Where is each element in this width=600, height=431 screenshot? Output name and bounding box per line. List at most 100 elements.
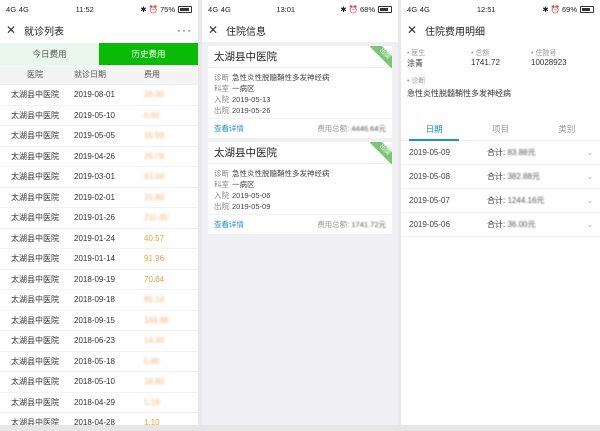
date-cell: 2019-03-01 xyxy=(74,172,115,182)
hospital-cell: 太湖县中医院 xyxy=(11,151,59,161)
hospital-cell: 太湖县中医院 xyxy=(11,172,59,182)
fee-cell: 85.14 xyxy=(144,295,165,305)
sum-label: 合计: xyxy=(487,220,506,229)
fee-cell: 14.30 xyxy=(144,336,165,346)
table-row[interactable]: 太湖县中医院 2019-05-05 15.59 xyxy=(0,126,198,147)
tab-history-fees[interactable]: 历史费用 xyxy=(99,43,198,65)
table-row[interactable]: 太湖县中医院 2018-09-15 184.88 xyxy=(0,311,198,331)
fee-tabs: 今日费用 历史费用 xyxy=(0,43,198,65)
hospital-cell: 太湖县中医院 xyxy=(11,274,59,284)
close-icon[interactable]: ✕ xyxy=(208,23,222,37)
admission-card: 太湖县中医院 出院 诊断 急性炎性脱髓鞘性多发神经病 科室 一病区 入院 2019-05-06… xyxy=(208,142,392,234)
page-title: 就诊列表 xyxy=(24,26,64,38)
table-row[interactable]: 太湖县中医院 2019-02-01 15.80 xyxy=(0,188,198,208)
battery-icon xyxy=(178,5,192,13)
total-amount: 4446.64元 xyxy=(351,124,386,133)
admission-date: 2019-05-06 xyxy=(232,191,271,200)
tab-category[interactable]: 类别 xyxy=(534,117,600,140)
table-row[interactable]: 太湖县中医院 2019-03-01 63.44 xyxy=(0,167,198,188)
bluetooth-icon: ✱ xyxy=(542,4,549,14)
hospital-cell: 太湖县中医院 xyxy=(11,110,59,120)
table-row[interactable]: 太湖县中医院 2018-04-29 1.18 xyxy=(0,393,198,413)
chevron-down-icon: ⌄ xyxy=(586,219,594,229)
page-title: 住院费用明细 xyxy=(425,26,485,38)
alarm-icon: ⏰ xyxy=(348,4,358,14)
detail-tabs: 日期 项目 类别 xyxy=(401,117,600,141)
battery-icon xyxy=(378,5,392,13)
sum-label: 合计: xyxy=(487,196,506,205)
chevron-down-icon: ⌄ xyxy=(586,195,594,205)
tab-date[interactable]: 日期 xyxy=(401,117,467,141)
column-visit-date: 就诊日期 xyxy=(74,70,106,79)
list-item[interactable]: 2019-05-08 合计: 382.88元 ⌄ xyxy=(401,165,600,189)
date-cell: 2018-09-15 xyxy=(74,315,115,325)
close-icon[interactable]: ✕ xyxy=(407,23,421,37)
fee-cell: 28.30 xyxy=(144,90,165,100)
chevron-down-icon: ⌄ xyxy=(586,171,594,181)
card-hospital-name: 太湖县中医院 xyxy=(208,142,392,164)
table-row[interactable]: 太湖县中医院 2018-05-18 5.80 xyxy=(0,352,198,372)
inpatient-no-field: • 住院号 10028923 xyxy=(531,48,567,70)
table-row[interactable]: 太湖县中医院 2019-04-26 26.78 xyxy=(0,147,198,167)
list-item[interactable]: 2019-05-09 合计: 83.88元 ⌄ xyxy=(401,141,600,165)
hospital-cell: 太湖县中医院 xyxy=(11,90,59,100)
signal-icon: 4G 4G xyxy=(6,4,30,14)
date-cell: 2018-05-10 xyxy=(74,377,115,387)
hospital-cell: 太湖县中医院 xyxy=(11,192,59,202)
clock: 11:52 xyxy=(75,4,94,14)
discharged-ribbon: 出院 xyxy=(370,46,392,68)
nav-bar: ✕ 住院信息 xyxy=(202,18,398,42)
more-menu-icon[interactable]: ··· xyxy=(177,23,192,37)
admission-summary: • 医生 涂青 • 总额 1741.72 • 住院号 10028923 • 诊断… xyxy=(401,42,600,103)
table-row[interactable]: 太湖县中医院 2019-08-01 28.30 xyxy=(0,85,198,106)
diagnosis-label: 诊断 xyxy=(214,73,229,82)
list-item[interactable]: 2019-05-06 合计: 36.00元 ⌄ xyxy=(401,213,600,237)
table-row[interactable]: 太湖县中医院 2019-01-26 211.40 xyxy=(0,208,198,229)
table-row[interactable]: 太湖县中医院 2018-09-18 85.14 xyxy=(0,290,198,311)
diagnosis-label: 诊断 xyxy=(411,78,426,85)
bluetooth-icon: ✱ xyxy=(140,4,147,14)
date-cell: 2019-05-05 xyxy=(74,131,115,141)
tab-item[interactable]: 项目 xyxy=(467,117,533,140)
ribbon-label: 出院 xyxy=(370,142,392,164)
hospital-cell: 太湖县中医院 xyxy=(11,377,59,387)
table-row[interactable]: 太湖县中医院 2018-05-10 18.80 xyxy=(0,372,198,393)
battery-percent: 75% xyxy=(159,4,175,14)
hospital-cell: 太湖县中医院 xyxy=(11,315,59,325)
battery-percent: 69% xyxy=(561,4,577,14)
date-cell: 2018-06-23 xyxy=(74,336,115,346)
fee-date: 2019-05-06 xyxy=(409,220,450,229)
discharge-date: 2019-05-26 xyxy=(232,106,271,115)
date-cell: 2019-08-01 xyxy=(74,90,115,100)
inpatient-no-value: 10028923 xyxy=(531,58,567,67)
date-cell: 2019-04-26 xyxy=(74,151,115,161)
visit-list-screen: 4G 4G 11:52 ✱ ⏰ 75% ✕ 就诊列表 ··· 今日费用 历史费用… xyxy=(0,0,198,431)
fee-date: 2019-05-09 xyxy=(409,148,450,157)
signal-icon: 4G 4G xyxy=(407,4,431,14)
table-row[interactable]: 太湖县中医院 2018-09-19 70.64 xyxy=(0,270,198,290)
inpatient-fee-detail-screen: 4G 4G 12:51 ✱ ⏰ 69% ✕ 住院费用明细 • 医生 涂青 • 总… xyxy=(401,0,600,431)
table-row[interactable]: 太湖县中医院 2018-06-23 14.30 xyxy=(0,331,198,352)
table-row[interactable]: 太湖县中医院 2019-01-14 91.96 xyxy=(0,249,198,270)
column-hospital: 医院 xyxy=(27,70,43,79)
status-bar: 4G 4G 12:51 ✱ ⏰ 69% xyxy=(401,0,600,18)
table-row[interactable]: 太湖县中医院 2019-01-24 40.57 xyxy=(0,229,198,249)
fee-cell: 5.80 xyxy=(144,356,160,366)
close-icon[interactable]: ✕ xyxy=(6,23,20,37)
fee-cell: 91.96 xyxy=(144,254,165,264)
page-title: 住院信息 xyxy=(226,26,266,38)
discharge-label: 出院 xyxy=(214,106,229,115)
bluetooth-icon: ✱ xyxy=(340,4,347,14)
signal-icon: 4G 4G xyxy=(208,4,232,14)
total-amount: 1741.72元 xyxy=(351,220,386,229)
alarm-icon: ⏰ xyxy=(148,4,158,14)
fee-cell: 15.80 xyxy=(144,192,165,202)
tab-today-fees[interactable]: 今日费用 xyxy=(0,43,99,65)
table-row[interactable]: 太湖县中医院 2019-05-10 6.60 xyxy=(0,106,198,126)
view-details-link[interactable]: 查看详情 xyxy=(214,219,244,230)
view-details-link[interactable]: 查看详情 xyxy=(214,123,244,134)
hospital-cell: 太湖县中医院 xyxy=(11,254,59,264)
fee-cell: 15.59 xyxy=(144,131,165,141)
list-item[interactable]: 2019-05-07 合计: 1244.16元 ⌄ xyxy=(401,189,600,213)
total-field: • 总额 1741.72 xyxy=(471,48,531,70)
